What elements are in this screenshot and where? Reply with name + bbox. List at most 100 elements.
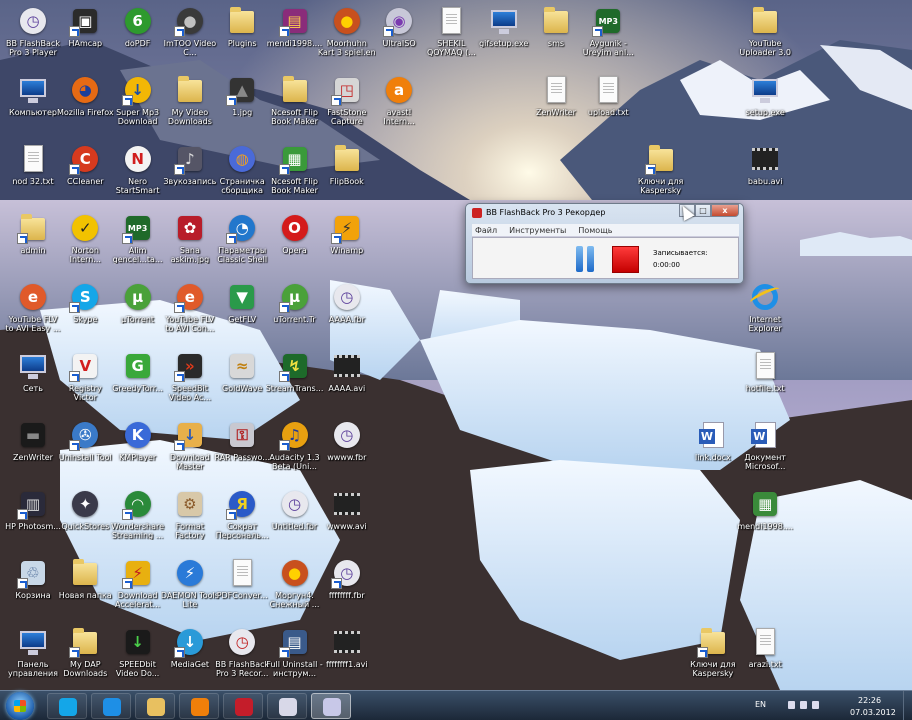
desktop-icon[interactable]: ▲ 1.jpg (213, 74, 271, 140)
desktop-icon[interactable]: ↓ SPEEDbit Video Do... (109, 626, 167, 692)
desktop-icon[interactable]: ◔ Параметры Classic Shell (213, 212, 271, 278)
desktop-icon[interactable]: Ключи для Kaspersky (684, 626, 742, 692)
desktop-icon[interactable]: ZenWriter (527, 74, 585, 140)
pause-button[interactable] (572, 246, 598, 272)
desktop-icon[interactable]: SHEKIL QOYMAQ (... (422, 5, 480, 71)
desktop-icon[interactable]: Панель управления (4, 626, 62, 692)
desktop-icon[interactable]: ◷ Untitled.fbr (266, 488, 324, 554)
menu-tools[interactable]: Инструменты (509, 224, 566, 236)
desktop-icon[interactable]: My DAP Downloads (56, 626, 114, 692)
desktop-icon[interactable]: ▦ mendi1998.... (736, 488, 794, 554)
desktop-icon[interactable]: ✿ Sana askim.jpg (161, 212, 219, 278)
desktop-icon[interactable]: Новая папка (56, 557, 114, 623)
taskbar-kaspersky-button[interactable] (223, 693, 263, 719)
desktop-icon[interactable]: K KMPlayer (109, 419, 167, 485)
desktop-icon[interactable]: ◕ Mozilla Firefox (56, 74, 114, 140)
desktop-icon[interactable]: YouTube Uploader 3.0 (736, 5, 794, 71)
desktop-icon[interactable]: ✇ Uninstall Tool (56, 419, 114, 485)
desktop-icon[interactable]: µ µTorrent (109, 281, 167, 347)
tray-flag-icon[interactable] (788, 701, 795, 709)
desktop-icon[interactable]: ⚡ Download Accelerat... (109, 557, 167, 623)
desktop-icon[interactable]: ◠ Wondershare Streaming ... (109, 488, 167, 554)
desktop-icon[interactable]: ffffffff1.avi (318, 626, 376, 692)
desktop-icon[interactable]: ♪ Звукозапись (161, 143, 219, 209)
desktop-icon[interactable]: » SpeedBit Video Ac... (161, 350, 219, 416)
desktop-icon[interactable]: Ncesoft Flip Book Maker (266, 74, 324, 140)
stop-button[interactable] (612, 246, 639, 273)
desktop-icon[interactable]: ⚡ Winamp (318, 212, 376, 278)
desktop-icon[interactable]: ≈ GoldWave (213, 350, 271, 416)
desktop-icon[interactable]: AAAA.avi (318, 350, 376, 416)
desktop-icon[interactable]: ▤ mendi1998.... (266, 5, 324, 71)
desktop-icon[interactable]: 6 doPDF (109, 5, 167, 71)
desktop-icon[interactable]: µ uTorrent.Tr (266, 281, 324, 347)
desktop-icon[interactable]: ◷ AAAA.fbr (318, 281, 376, 347)
taskbar-skype-button[interactable] (47, 693, 87, 719)
desktop-icon[interactable]: ◉ UltraISO (370, 5, 428, 71)
desktop-icon[interactable]: ▼ GetFLV (213, 281, 271, 347)
desktop-icon[interactable]: ● Moorhuhn Kart 3 spiel.en (318, 5, 376, 71)
desktop-icon[interactable]: ▣ HAmcap (56, 5, 114, 71)
maximize-button[interactable]: □ (695, 204, 711, 217)
desktop-icon[interactable]: wwww.avi (318, 488, 376, 554)
desktop-icon[interactable]: G GreedyTorr... (109, 350, 167, 416)
desktop-icon[interactable]: gifsetup.exe (475, 5, 533, 71)
desktop-icon[interactable]: ✦ QuickStores (56, 488, 114, 554)
desktop-icon[interactable]: ● Моргун4. Снежный ... (266, 557, 324, 623)
desktop-icon[interactable]: ↯ StreamTrans... (266, 350, 324, 416)
desktop-icon[interactable]: V Registry Victor (56, 350, 114, 416)
desktop-icon[interactable]: O Opera (266, 212, 324, 278)
desktop-icon[interactable]: Internet Explorer (736, 281, 794, 347)
menu-file[interactable]: Файл (475, 224, 497, 236)
desktop-icon[interactable]: ✓ Norton Intern... (56, 212, 114, 278)
desktop-icon[interactable]: hotfile.txt (736, 350, 794, 416)
show-desktop-button[interactable] (903, 691, 912, 720)
desktop-icon[interactable]: ▤ Full Uninstall - инструм... (266, 626, 324, 692)
clock-time[interactable]: 22:26 (858, 696, 881, 705)
desktop-icon[interactable]: e YouTube FLV to AVI Con... (161, 281, 219, 347)
desktop-icon[interactable]: ● ImTOO Video C... (161, 5, 219, 71)
close-button[interactable]: x (711, 204, 739, 217)
desktop-icon[interactable]: e YouTube FLV to AVI Easy ... (4, 281, 62, 347)
desktop-icon[interactable]: FlipBook (318, 143, 376, 209)
desktop-icon[interactable]: sms (527, 5, 585, 71)
desktop-icon[interactable]: link.docx (684, 419, 742, 485)
desktop-icon[interactable]: nod 32.txt (4, 143, 62, 209)
desktop-icon[interactable]: ◷ ffffffff.fbr (318, 557, 376, 623)
desktop-icon[interactable]: ↓ Super Mp3 Download (109, 74, 167, 140)
tray-volume-icon[interactable] (812, 701, 819, 709)
desktop-icon[interactable]: ◷ BB FlashBack Pro 3 Recor... (213, 626, 271, 692)
desktop-icon[interactable]: ◷ wwww.fbr (318, 419, 376, 485)
desktop-icon[interactable]: ◍ Страничка сборщика (213, 143, 271, 209)
desktop-icon[interactable]: ⚡ DAEMON Tools Lite (161, 557, 219, 623)
desktop-icon[interactable]: ◳ FastStone Capture (318, 74, 376, 140)
desktop-icon[interactable]: ▥ HP Photosm... (4, 488, 62, 554)
desktop-icon[interactable]: ▦ Ncesoft Flip Book Maker (266, 143, 324, 209)
desktop-icon[interactable]: ⚿ RAR Passwo... (213, 419, 271, 485)
desktop-icon[interactable]: admin (4, 212, 62, 278)
recorder-window[interactable]: BB FlashBack Pro 3 Рекордер – □ x Файл И… (465, 203, 744, 284)
taskbar-avast-button[interactable] (179, 693, 219, 719)
desktop-icon[interactable]: Plugins (213, 5, 271, 71)
taskbar-flashback-recorder-button[interactable] (311, 693, 351, 719)
desktop-icon[interactable]: ⚙ Format Factory (161, 488, 219, 554)
desktop-icon[interactable]: upload.txt (579, 74, 637, 140)
taskbar-flashback-player-button[interactable] (267, 693, 307, 719)
taskbar-explorer-button[interactable] (135, 693, 175, 719)
clock-date[interactable]: 07.03.2012 (850, 708, 896, 717)
menu-help[interactable]: Помощь (578, 224, 612, 236)
desktop-icon[interactable]: MP3 Aygunik - Ureyim anl... (579, 5, 637, 71)
desktop-icon[interactable]: ◷ BB FlashBack Pro 3 Player (4, 5, 62, 71)
desktop-icon[interactable]: a avast! Intern... (370, 74, 428, 140)
desktop-icon[interactable]: N Nero StartSmart (109, 143, 167, 209)
system-tray[interactable] (788, 701, 819, 709)
taskbar-internet-explorer-button[interactable] (91, 693, 131, 719)
desktop-icon[interactable]: My Video Downloads (161, 74, 219, 140)
start-button[interactable] (6, 692, 34, 720)
desktop-icon[interactable]: C CCleaner (56, 143, 114, 209)
desktop-icon[interactable]: Я Сократ Персональ... (213, 488, 271, 554)
desktop-icon[interactable]: ♲ Корзина (4, 557, 62, 623)
desktop-icon[interactable]: ↓ Download Master (161, 419, 219, 485)
desktop-icon[interactable]: Документ Microsof... (736, 419, 794, 485)
desktop-icon[interactable]: ▬ ZenWriter (4, 419, 62, 485)
